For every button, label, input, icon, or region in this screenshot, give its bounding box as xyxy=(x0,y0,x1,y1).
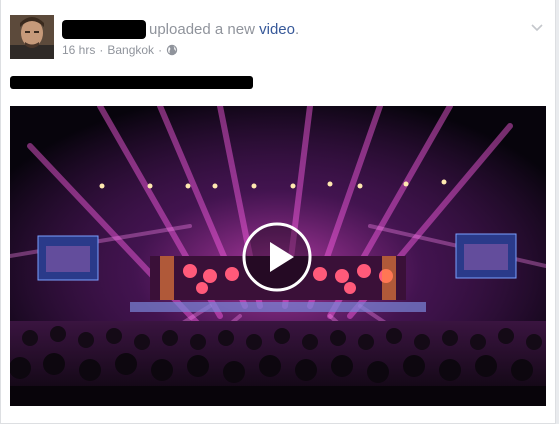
feed-post: uploaded a new video. 16 hrs · Bangkok · xyxy=(0,0,556,424)
globe-icon[interactable] xyxy=(166,44,178,56)
post-meta: 16 hrs · Bangkok · xyxy=(62,43,178,57)
post-headline: uploaded a new video. xyxy=(149,21,299,38)
video-link[interactable]: video xyxy=(259,21,295,38)
chevron-down-icon[interactable] xyxy=(530,20,544,32)
play-icon[interactable] xyxy=(241,221,313,293)
caption-redacted xyxy=(10,76,253,89)
author-name-redacted[interactable] xyxy=(62,20,146,39)
meta-separator: · xyxy=(99,43,104,57)
headline-period: . xyxy=(294,21,300,38)
meta-separator-2: · xyxy=(158,43,163,57)
avatar[interactable] xyxy=(10,15,54,59)
timestamp-link[interactable]: 16 hrs xyxy=(62,43,95,57)
location-link[interactable]: Bangkok xyxy=(107,43,154,57)
headline-text: uploaded a new xyxy=(149,21,255,38)
